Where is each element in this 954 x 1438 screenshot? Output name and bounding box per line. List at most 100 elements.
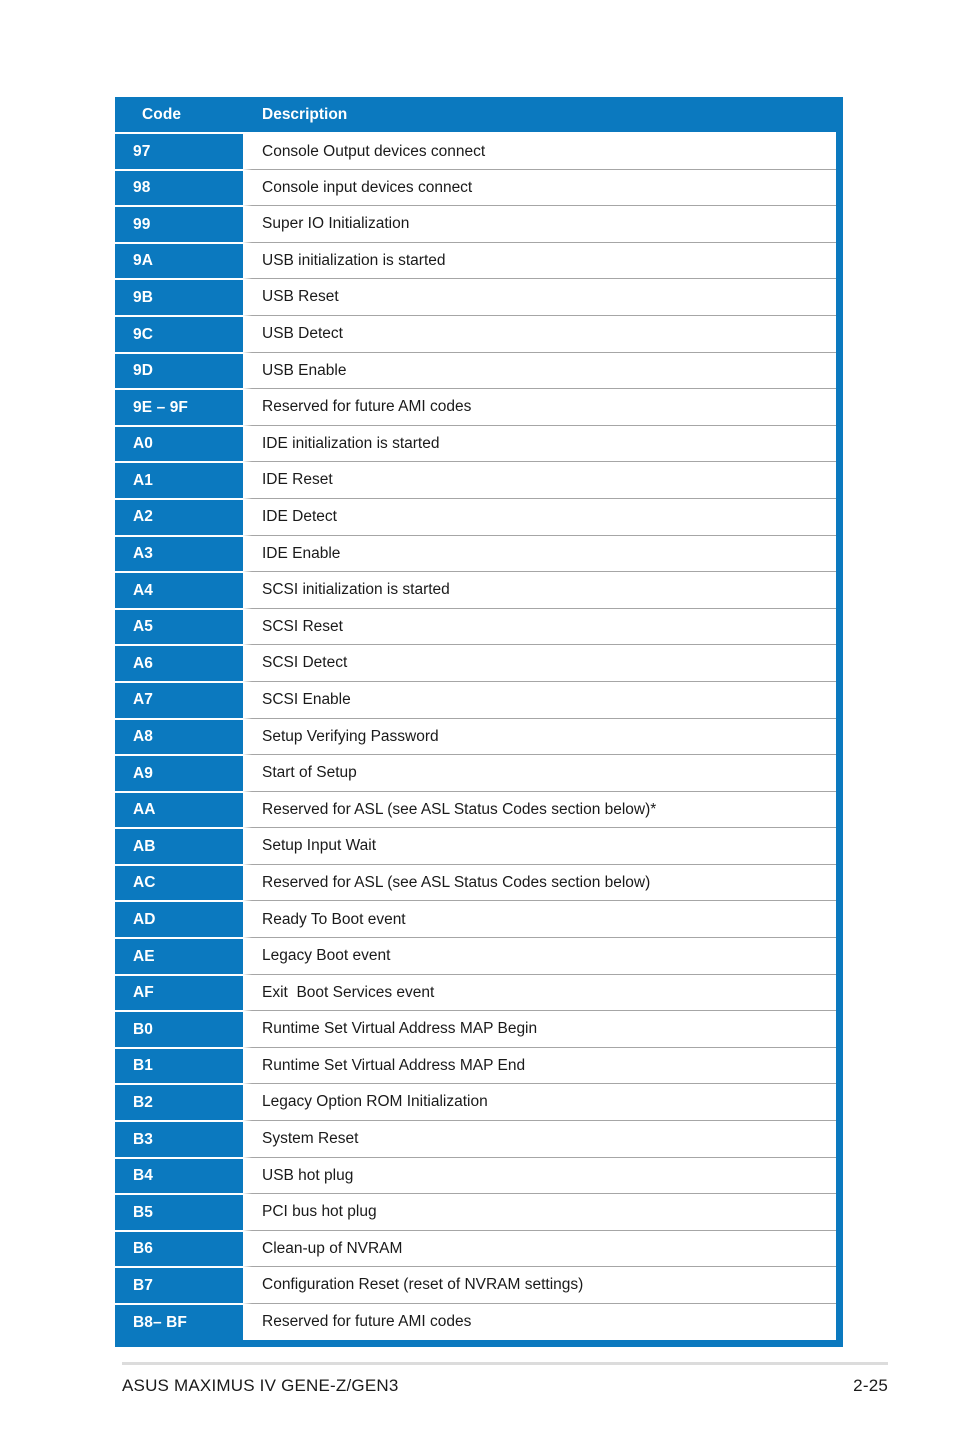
table-row: B7 Configuration Reset (reset of NVRAM se… <box>115 1266 836 1303</box>
table-row: AE Legacy Boot event <box>115 937 836 974</box>
column-header-code: Code <box>115 97 243 132</box>
table-row: 9D USB Enable <box>115 351 836 389</box>
table-row: A7 SCSI Enable <box>115 680 836 718</box>
cell-description: Console Output devices connect <box>243 132 836 169</box>
table-row: A6 SCSI Detect <box>115 644 836 681</box>
cell-description: Reserved for future AMI codes <box>243 388 836 425</box>
cell-description: Ready To Boot event <box>243 900 836 938</box>
table-row: B6 Clean-up of NVRAM <box>115 1229 836 1267</box>
cell-code: AE <box>115 937 243 974</box>
cell-code: B6 <box>115 1229 243 1267</box>
table-header-row: Code Description <box>115 97 836 132</box>
cell-code: B8– BF <box>115 1303 243 1340</box>
cell-code: B4 <box>115 1156 243 1194</box>
cell-description: USB hot plug <box>243 1156 836 1194</box>
cell-description: Runtime Set Virtual Address MAP Begin <box>243 1010 836 1047</box>
cell-description: Start of Setup <box>243 754 836 791</box>
cell-description: SCSI Detect <box>243 644 836 681</box>
cell-code: A5 <box>115 607 243 645</box>
table-row: A3 IDE Enable <box>115 534 836 572</box>
cell-code: 9D <box>115 351 243 389</box>
cell-description: SCSI Reset <box>243 607 836 645</box>
table-row: A1 IDE Reset <box>115 461 836 498</box>
cell-code: 9C <box>115 314 243 352</box>
post-code-table: Code Description 97 Console Output device… <box>115 97 843 1347</box>
table-row: AC Reserved for ASL (see ASL Status Codes… <box>115 863 836 901</box>
cell-description: IDE Reset <box>243 461 836 498</box>
cell-code: 9E – 9F <box>115 388 243 425</box>
cell-description: USB Reset <box>243 278 836 315</box>
table-row: B4 USB hot plug <box>115 1156 836 1194</box>
footer-divider <box>122 1362 888 1365</box>
cell-description: Setup Verifying Password <box>243 717 836 755</box>
cell-code: 98 <box>115 168 243 206</box>
cell-description: Reserved for ASL (see ASL Status Codes s… <box>243 790 836 828</box>
cell-code: A0 <box>115 424 243 462</box>
table-row: 9C USB Detect <box>115 314 836 352</box>
cell-description: USB Enable <box>243 351 836 389</box>
cell-description: USB Detect <box>243 314 836 352</box>
cell-code: 97 <box>115 132 243 169</box>
cell-code: B2 <box>115 1083 243 1121</box>
cell-code: A8 <box>115 717 243 755</box>
cell-description: SCSI Enable <box>243 680 836 718</box>
cell-code: B0 <box>115 1010 243 1047</box>
cell-code: 99 <box>115 205 243 242</box>
cell-code: B5 <box>115 1193 243 1230</box>
cell-description: Runtime Set Virtual Address MAP End <box>243 1046 836 1084</box>
table-row: A9 Start of Setup <box>115 754 836 791</box>
cell-code: A3 <box>115 534 243 572</box>
cell-code: AD <box>115 900 243 938</box>
footer-product-name: ASUS MAXIMUS IV GENE-Z/GEN3 <box>122 1376 399 1395</box>
table-row: B0 Runtime Set Virtual Address MAP Begin <box>115 1010 836 1047</box>
cell-code: 9B <box>115 278 243 315</box>
table-row: 9B USB Reset <box>115 278 836 315</box>
table-body: 97 Console Output devices connect 98 Consol… <box>115 132 836 1340</box>
cell-code: B7 <box>115 1266 243 1303</box>
cell-code: B1 <box>115 1046 243 1084</box>
cell-description: Super IO Initialization <box>243 205 836 242</box>
table-row: AB Setup Input Wait <box>115 827 836 864</box>
cell-code: 9A <box>115 241 243 279</box>
cell-code: A6 <box>115 644 243 681</box>
table-row: A2 IDE Detect <box>115 497 836 535</box>
cell-description: IDE Enable <box>243 534 836 572</box>
page: Code Description 97 Console Output device… <box>0 0 954 1438</box>
cell-code: B3 <box>115 1120 243 1157</box>
cell-code: A7 <box>115 680 243 718</box>
table-row: A5 SCSI Reset <box>115 607 836 645</box>
cell-description: Legacy Boot event <box>243 937 836 974</box>
footer-content: ASUS MAXIMUS IV GENE-Z/GEN3 2-25 <box>122 1376 888 1396</box>
cell-description: USB initialization is started <box>243 241 836 279</box>
cell-description: Setup Input Wait <box>243 827 836 864</box>
table-row: A0 IDE initialization is started <box>115 424 836 462</box>
table-row: 9E – 9F Reserved for future AMI codes <box>115 388 836 425</box>
cell-code: AB <box>115 827 243 864</box>
table-row: AF Exit Boot Services event <box>115 973 836 1011</box>
table-row: 97 Console Output devices connect <box>115 132 836 169</box>
cell-description: Exit Boot Services event <box>243 973 836 1011</box>
cell-code: A2 <box>115 497 243 535</box>
cell-code: A4 <box>115 571 243 608</box>
cell-description: Clean-up of NVRAM <box>243 1229 836 1267</box>
cell-description: System Reset <box>243 1120 836 1157</box>
table-row: B2 Legacy Option ROM Initialization <box>115 1083 836 1121</box>
cell-code: AF <box>115 973 243 1011</box>
page-footer: ASUS MAXIMUS IV GENE-Z/GEN3 2-25 <box>122 1362 888 1396</box>
cell-description: IDE Detect <box>243 497 836 535</box>
cell-description: PCI bus hot plug <box>243 1193 836 1230</box>
cell-description: Legacy Option ROM Initialization <box>243 1083 836 1121</box>
table-row: 9A USB initialization is started <box>115 241 836 279</box>
table-row: B5 PCI bus hot plug <box>115 1193 836 1230</box>
footer-page-number: 2-25 <box>853 1376 888 1395</box>
table-row: B3 System Reset <box>115 1120 836 1157</box>
table-row: 99 Super IO Initialization <box>115 205 836 242</box>
cell-description: Reserved for ASL (see ASL Status Codes s… <box>243 863 836 901</box>
table-row: A4 SCSI initialization is started <box>115 571 836 608</box>
cell-code: A1 <box>115 461 243 498</box>
cell-code: AC <box>115 863 243 901</box>
cell-description: Configuration Reset (reset of NVRAM sett… <box>243 1266 836 1303</box>
table-row: A8 Setup Verifying Password <box>115 717 836 755</box>
table-row: B8– BF Reserved for future AMI codes <box>115 1303 836 1340</box>
cell-description: Reserved for future AMI codes <box>243 1303 836 1340</box>
